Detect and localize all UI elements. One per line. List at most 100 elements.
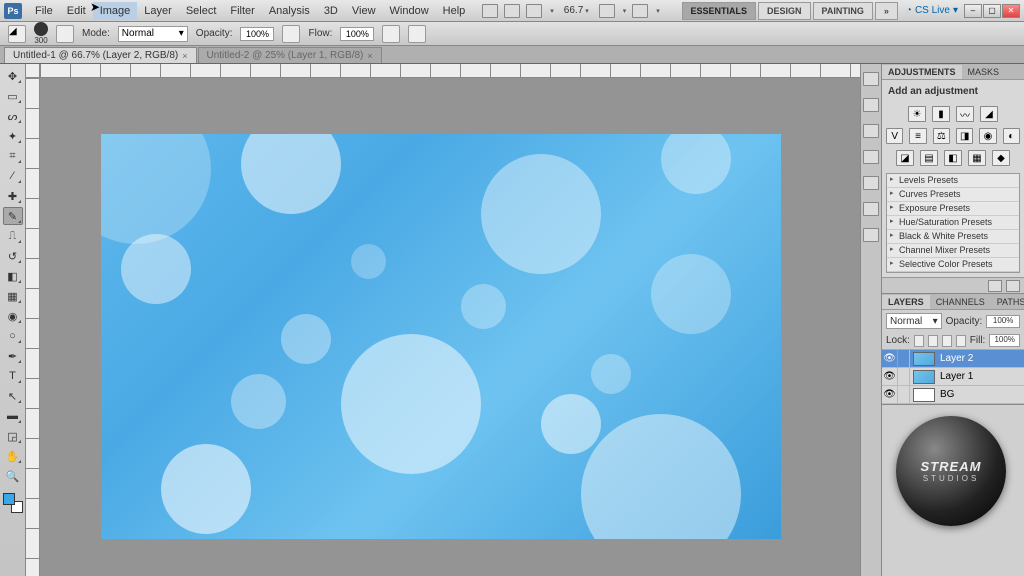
pen-tool[interactable]: ✒ <box>3 347 23 365</box>
curves-icon[interactable]: 〰 <box>956 106 974 122</box>
foreground-color[interactable] <box>3 493 15 505</box>
lock-position-icon[interactable] <box>942 335 952 347</box>
workspace-design[interactable]: DESIGN <box>758 2 811 20</box>
ruler-corner[interactable] <box>26 64 40 78</box>
brightness-icon[interactable]: ☀ <box>908 106 926 122</box>
preset-item[interactable]: Channel Mixer Presets <box>887 244 1019 258</box>
stamp-tool[interactable]: ⎍ <box>3 227 23 245</box>
app-logo[interactable]: Ps <box>4 3 22 19</box>
vibrance-icon[interactable]: V <box>886 128 903 144</box>
preset-item[interactable]: Exposure Presets <box>887 202 1019 216</box>
vertical-ruler[interactable] <box>26 78 40 576</box>
eraser-tool[interactable]: ◧ <box>3 267 23 285</box>
tool-preset-icon[interactable]: ◢ <box>8 25 26 43</box>
zoom-tool[interactable]: 🔍 <box>3 467 23 485</box>
brushes-panel-icon[interactable] <box>863 202 879 216</box>
styles-panel-icon[interactable] <box>863 124 879 138</box>
menu-analysis[interactable]: Analysis <box>262 2 317 20</box>
preset-item[interactable]: Selective Color Presets <box>887 258 1019 272</box>
photo-filter-icon[interactable]: ◉ <box>979 128 996 144</box>
paragraph-panel-icon[interactable] <box>863 176 879 190</box>
close-tab-icon[interactable]: × <box>182 51 187 61</box>
preset-item[interactable]: Curves Presets <box>887 188 1019 202</box>
preset-item[interactable]: Hue/Saturation Presets <box>887 216 1019 230</box>
minimize-button[interactable]: – <box>964 4 982 18</box>
cs-live-button[interactable]: ◔ CS Live ▾ <box>906 5 958 16</box>
document-canvas[interactable] <box>101 134 781 539</box>
adjustments-trash-icon[interactable] <box>1006 280 1020 292</box>
layer-blend-select[interactable]: Normal▾ <box>886 313 942 329</box>
balance-icon[interactable]: ⚖ <box>933 128 950 144</box>
document-tab-2[interactable]: Untitled-2 @ 25% (Layer 1, RGB/8)× <box>198 47 382 63</box>
opacity-pressure-icon[interactable] <box>282 25 300 43</box>
menu-layer[interactable]: Layer <box>137 2 179 20</box>
workspace-painting[interactable]: PAINTING <box>813 2 873 20</box>
3d-tool[interactable]: ◲ <box>3 427 23 445</box>
gradient-map-icon[interactable]: ▦ <box>968 150 986 166</box>
selective-color-icon[interactable]: ◆ <box>992 150 1010 166</box>
tab-paths[interactable]: PATHS <box>991 295 1024 309</box>
maximize-button[interactable]: ▢ <box>983 4 1001 18</box>
history-brush-tool[interactable]: ↺ <box>3 247 23 265</box>
posterize-icon[interactable]: ▤ <box>920 150 938 166</box>
toolbar-hand-icon[interactable] <box>599 4 615 18</box>
color-swatches[interactable] <box>3 493 23 513</box>
blur-tool[interactable]: ◉ <box>3 307 23 325</box>
menu-file[interactable]: File <box>28 2 60 20</box>
path-tool[interactable]: ↖ <box>3 387 23 405</box>
close-button[interactable]: ✕ <box>1002 4 1020 18</box>
blend-mode-select[interactable]: Normal▾ <box>118 26 188 42</box>
menu-filter[interactable]: Filter <box>223 2 261 20</box>
marquee-tool[interactable]: ▭ <box>3 87 23 105</box>
menu-view[interactable]: View <box>345 2 383 20</box>
layer-name[interactable]: BG <box>938 389 954 400</box>
crop-tool[interactable]: ⌗ <box>3 147 23 165</box>
channel-mixer-icon[interactable]: ◐ <box>1003 128 1020 144</box>
eyedropper-tool[interactable]: ⁄ <box>3 167 23 185</box>
levels-icon[interactable]: ▮ <box>932 106 950 122</box>
brush-panel-icon[interactable] <box>56 25 74 43</box>
wand-tool[interactable]: ✦ <box>3 127 23 145</box>
layer-thumbnail[interactable] <box>913 370 935 384</box>
visibility-icon[interactable]: 👁 <box>882 386 898 404</box>
layer-thumbnail[interactable] <box>913 352 935 366</box>
clone-panel-icon[interactable] <box>863 228 879 242</box>
layer-row[interactable]: 👁 BG <box>882 386 1024 404</box>
layer-row[interactable]: 👁 Layer 1 <box>882 368 1024 386</box>
toolbar-history-icon[interactable] <box>504 4 520 18</box>
lock-all-icon[interactable] <box>956 335 966 347</box>
dodge-tool[interactable]: ○ <box>3 327 23 345</box>
toolbar-screen-icon[interactable] <box>632 4 648 18</box>
layer-row[interactable]: 👁 Layer 2 <box>882 350 1024 368</box>
workspace-essentials[interactable]: ESSENTIALS <box>682 2 757 20</box>
heal-tool[interactable]: ✚ <box>3 187 23 205</box>
tab-channels[interactable]: CHANNELS <box>930 295 991 309</box>
lock-transparency-icon[interactable] <box>914 335 924 347</box>
move-tool[interactable]: ✥ <box>3 67 23 85</box>
layer-thumbnail[interactable] <box>913 388 935 402</box>
flow-pressure-icon[interactable] <box>408 25 426 43</box>
toolbar-arrange-icon[interactable] <box>526 4 542 18</box>
menu-3d[interactable]: 3D <box>317 2 345 20</box>
menu-edit[interactable]: Edit <box>60 2 93 20</box>
toolbar-bridge-icon[interactable] <box>482 4 498 18</box>
opacity-input[interactable]: 100% <box>240 27 274 41</box>
lock-pixels-icon[interactable] <box>928 335 938 347</box>
horizontal-ruler[interactable] <box>40 64 860 78</box>
color-panel-icon[interactable] <box>863 72 879 86</box>
hue-icon[interactable]: ≡ <box>909 128 926 144</box>
visibility-icon[interactable]: 👁 <box>882 350 898 368</box>
tab-masks[interactable]: MASKS <box>962 65 1006 79</box>
zoom-display[interactable]: 66.7▾ <box>560 5 593 16</box>
brush-preview-icon[interactable] <box>34 22 48 36</box>
close-tab-icon[interactable]: × <box>367 51 372 61</box>
character-panel-icon[interactable] <box>863 150 879 164</box>
swatches-panel-icon[interactable] <box>863 98 879 112</box>
lasso-tool[interactable]: ᔕ <box>3 107 23 125</box>
layer-opacity-input[interactable]: 100% <box>986 315 1020 328</box>
menu-select[interactable]: Select <box>179 2 224 20</box>
visibility-icon[interactable]: 👁 <box>882 368 898 386</box>
airbrush-icon[interactable] <box>382 25 400 43</box>
shape-tool[interactable]: ▬ <box>3 407 23 425</box>
threshold-icon[interactable]: ◧ <box>944 150 962 166</box>
